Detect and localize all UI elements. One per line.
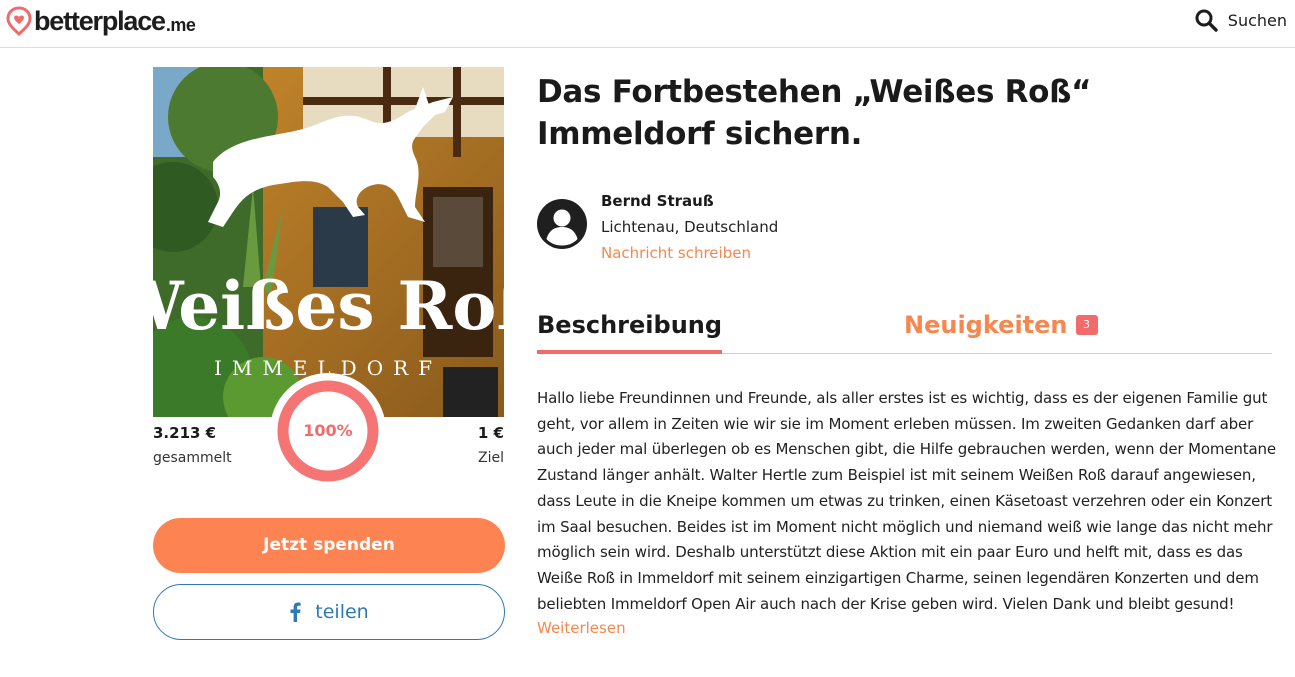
project-description: Hallo liebe Freundinnen und Freunde, als…: [537, 389, 1276, 613]
tab-news-label: Neuigkeiten: [904, 311, 1068, 339]
write-message-link[interactable]: Nachricht schreiben: [601, 244, 751, 262]
read-more-link[interactable]: Weiterlesen: [537, 619, 626, 637]
raised-label: gesammelt: [153, 450, 232, 466]
news-count-badge: 3: [1075, 315, 1098, 335]
share-label: teilen: [315, 601, 369, 623]
goal-stat: 1 € Ziel: [478, 423, 504, 467]
progress-percent: 100%: [303, 421, 353, 440]
logo-tld: .me: [165, 14, 196, 35]
goal-value: 1 €: [477, 424, 504, 442]
banner-title: Weißes Roß: [153, 267, 504, 345]
progress-ring: 100%: [268, 371, 388, 491]
search-label: Suchen: [1227, 10, 1287, 30]
site-header: betterplace .me Suchen: [0, 0, 1295, 48]
facebook-icon: [290, 602, 301, 622]
tab-bar: Beschreibung Neuigkeiten 3: [537, 305, 1272, 354]
project-image: Weißes Roß IMMELDORF: [153, 67, 504, 417]
donate-button[interactable]: Jetzt spenden: [153, 518, 505, 573]
project-title: Das Fortbestehen „Weißes Roß“ Immeldorf …: [537, 74, 1092, 152]
search-icon: [1195, 9, 1218, 32]
location-pin-icon: [6, 6, 32, 36]
raised-stat: 3.213 € gesammelt: [153, 423, 232, 467]
author-name: Bernd Strauß: [601, 192, 714, 210]
author-location: Lichtenau, Deutschland: [601, 218, 779, 236]
share-button[interactable]: teilen: [153, 584, 505, 640]
user-avatar-icon: [537, 199, 587, 249]
search-button[interactable]: Suchen: [1194, 8, 1287, 32]
tab-news[interactable]: Neuigkeiten 3: [904, 305, 1098, 345]
goal-label: Ziel: [478, 450, 504, 466]
logo-text: betterplace: [34, 6, 166, 36]
tab-description[interactable]: Beschreibung: [537, 305, 723, 354]
raised-value: 3.213 €: [153, 424, 217, 442]
betterplace-logo[interactable]: betterplace .me: [6, 6, 196, 36]
